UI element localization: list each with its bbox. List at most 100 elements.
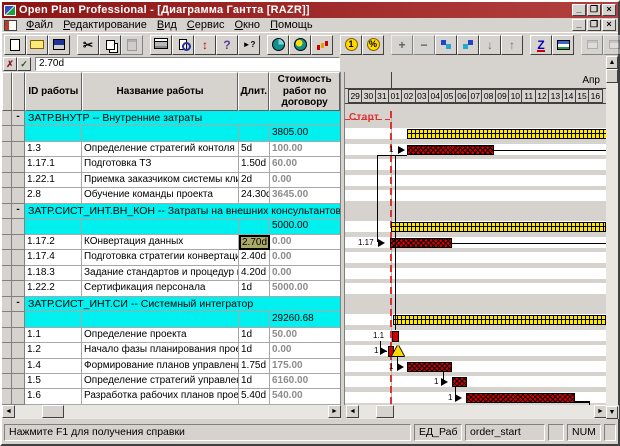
collapse-network-button[interactable]	[457, 35, 479, 55]
table-hscroll-thumb[interactable]	[42, 405, 64, 418]
child-close-button[interactable]: ×	[602, 19, 616, 31]
menu-window[interactable]: Окно	[229, 19, 265, 31]
percent-view-button[interactable]: %	[362, 35, 384, 55]
cell-id[interactable]	[25, 219, 82, 234]
row-selector[interactable]	[2, 281, 12, 296]
cell-name[interactable]	[82, 219, 239, 234]
move-up-button[interactable]: ↑	[501, 35, 523, 55]
collapse-button[interactable]: -	[12, 204, 25, 219]
cell-duration[interactable]: 24.30d	[239, 188, 270, 203]
cell-name[interactable]: Обучение команды проекта	[82, 188, 239, 203]
move-down-button[interactable]: ↓	[479, 35, 501, 55]
cell-name[interactable]: Определение стратегий контоля и отч	[82, 142, 239, 157]
row-selector[interactable]	[2, 219, 12, 234]
column-header[interactable]: Стоимость работ по договору	[269, 72, 340, 111]
row-selector[interactable]	[2, 250, 12, 265]
add-activity-button[interactable]: +	[391, 35, 413, 55]
row-selector[interactable]	[2, 188, 12, 203]
copy-button[interactable]	[99, 35, 121, 55]
column-header[interactable]: ID работы	[25, 72, 82, 111]
new-button[interactable]	[4, 35, 26, 55]
cell-duration[interactable]: 5d	[239, 142, 270, 157]
restore-button[interactable]: ❐	[587, 4, 601, 16]
time-analysis-button[interactable]	[267, 35, 289, 55]
cell-name[interactable]: Формирование планов управления	[82, 359, 239, 374]
gantt-vscrollbar[interactable]: ▲ ▼	[606, 56, 618, 419]
task-bar[interactable]	[390, 238, 452, 248]
row-selector[interactable]	[2, 204, 12, 219]
cell-cost[interactable]: 29260.68	[270, 312, 341, 327]
cell-duration[interactable]	[239, 126, 270, 141]
child-minimize-button[interactable]: _	[572, 19, 586, 31]
print-preview-button[interactable]	[172, 35, 194, 55]
menu-edit[interactable]: Редактирование	[58, 19, 152, 31]
cell-id[interactable]: 1.18.3	[25, 266, 82, 281]
cell-duration[interactable]: 1d	[239, 374, 270, 389]
cell-name[interactable]: Определение проекта	[82, 328, 239, 343]
cell-id[interactable]: 1.22.1	[25, 173, 82, 188]
document-icon[interactable]	[4, 20, 17, 31]
cell-cost[interactable]: 0.00	[270, 250, 341, 265]
cell-name[interactable]: Начало фазы планирования проекта	[82, 343, 239, 358]
prev-window-button[interactable]	[581, 35, 603, 55]
cost-view-button[interactable]: 1	[340, 35, 362, 55]
task-bar[interactable]	[466, 393, 575, 403]
print-button[interactable]	[150, 35, 172, 55]
scroll-down-icon[interactable]: ▼	[606, 406, 618, 419]
row-selector[interactable]	[2, 142, 12, 157]
cell-duration[interactable]: 5.40d	[239, 389, 270, 404]
cell-name[interactable]	[82, 312, 239, 327]
menu-help[interactable]: Помощь	[265, 19, 318, 31]
cell-cost[interactable]: 100.00	[270, 142, 341, 157]
cell-cost[interactable]: 5000.00	[270, 219, 341, 234]
cell-duration[interactable]: 2.70d	[239, 235, 270, 250]
cell-duration[interactable]: 1d	[239, 343, 270, 358]
collapse-button[interactable]: -	[12, 111, 25, 126]
cell-cost[interactable]: 540.00	[270, 389, 341, 404]
cell-id[interactable]: 1.22.2	[25, 281, 82, 296]
cell-cost[interactable]: 3805.00	[270, 126, 341, 141]
table-hscrollbar[interactable]: ◄ ►	[2, 405, 341, 419]
cell-id[interactable]: 1.17.2	[25, 235, 82, 250]
row-selector[interactable]	[2, 173, 12, 188]
summary-bar[interactable]	[391, 222, 606, 232]
cell-cost[interactable]: 0.00	[270, 343, 341, 358]
help-button[interactable]: ?	[216, 35, 238, 55]
child-restore-button[interactable]: ❐	[587, 19, 601, 31]
cell-id[interactable]: 1.2	[25, 343, 82, 358]
scroll-left-icon[interactable]: ◄	[2, 405, 15, 418]
cell-cost[interactable]: 60.00	[270, 157, 341, 172]
cell-name[interactable]: Задание стандартов и процедур по д	[82, 266, 239, 281]
cell-id[interactable]: 1.6	[25, 389, 82, 404]
cell-name[interactable]: Подготовка стратегии конвертации	[82, 250, 239, 265]
cell-id[interactable]: 1.17.1	[25, 157, 82, 172]
cell-id[interactable]: 1.1	[25, 328, 82, 343]
cell-name[interactable]: Приемка заказчиком системы клиент	[82, 173, 239, 188]
cell-duration[interactable]: 1d	[239, 281, 270, 296]
cell-cost[interactable]: 175.00	[270, 359, 341, 374]
gantt-view-button[interactable]: Z	[530, 35, 552, 55]
row-selector[interactable]	[2, 328, 12, 343]
cell-duration[interactable]: 1.50d	[239, 157, 270, 172]
row-selector[interactable]	[2, 359, 12, 374]
cell-edit-input[interactable]: 2.70d	[35, 57, 340, 71]
context-help-button[interactable]: ►?	[238, 35, 260, 55]
row-selector[interactable]	[2, 297, 12, 312]
row-selector[interactable]	[2, 157, 12, 172]
scroll-right-icon[interactable]: ►	[328, 405, 341, 418]
row-selector[interactable]	[2, 374, 12, 389]
save-button[interactable]	[48, 35, 70, 55]
confirm-edit-button[interactable]: ✓	[17, 57, 31, 71]
close-button[interactable]: ×	[602, 4, 616, 16]
cell-id[interactable]: 1.4	[25, 359, 82, 374]
sort-button[interactable]: ↕	[194, 35, 216, 55]
resource-analysis-button[interactable]	[289, 35, 311, 55]
task-bar[interactable]	[407, 145, 494, 155]
cell-name[interactable]: Определение стратегий управления р	[82, 374, 239, 389]
menu-file[interactable]: Файл	[21, 19, 58, 31]
cell-duration[interactable]: 2.40d	[239, 250, 270, 265]
cell-duration[interactable]: 4.20d	[239, 266, 270, 281]
cell-cost[interactable]: 0.00	[270, 173, 341, 188]
cell-id[interactable]: 1.5	[25, 374, 82, 389]
cell-cost[interactable]: 3645.00	[270, 188, 341, 203]
